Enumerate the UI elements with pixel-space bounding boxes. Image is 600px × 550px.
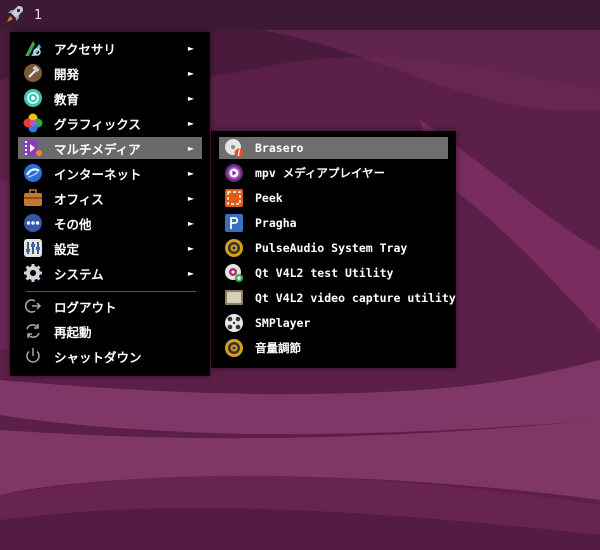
app-label: Brasero (255, 141, 304, 155)
app-label: Pragha (255, 216, 297, 230)
accessories-icon (23, 38, 43, 58)
other-icon (23, 213, 43, 233)
office-icon (23, 188, 43, 208)
submenu-arrow-icon: ► (187, 43, 194, 53)
submenu-arrow-icon: ► (187, 218, 194, 228)
menu-item-label: 再起動 (54, 324, 92, 340)
peek-icon (224, 188, 244, 208)
menu-separator (26, 291, 196, 292)
development-icon (23, 63, 43, 83)
submenu-arrow-icon: ► (187, 268, 194, 278)
multimedia-icon (23, 138, 43, 158)
qvidcap-icon (224, 288, 244, 308)
shutdown-icon (23, 346, 43, 366)
submenu-arrow-icon: ► (187, 193, 194, 203)
submenu-arrow-icon: ► (187, 168, 194, 178)
menu-item-restart[interactable]: 再起動 (18, 320, 202, 342)
app-qt-v4l2-video-capture[interactable]: Qt V4L2 video capture utility (219, 287, 456, 309)
app-pragha[interactable]: Pragha (219, 212, 448, 234)
menu-item-label: システム (54, 266, 104, 282)
app-smplayer[interactable]: SMPlayer (219, 312, 448, 334)
menu-item-internet[interactable]: インターネット ► (18, 162, 202, 184)
menu-item-development[interactable]: 開発 ► (18, 62, 202, 84)
menu-item-office[interactable]: オフィス ► (18, 187, 202, 209)
app-label: Qt V4L2 test Utility (255, 266, 394, 280)
app-label: 音量調節 (255, 341, 301, 355)
menu-item-label: アクセサリ (54, 41, 116, 57)
menu-item-graphics[interactable]: グラフィックス ► (18, 112, 202, 134)
submenu-arrow-icon: ► (187, 68, 194, 78)
system-icon (23, 263, 43, 283)
menu-item-system[interactable]: システム ► (18, 262, 202, 284)
mpv-icon (224, 163, 244, 183)
submenu-arrow-icon: ► (187, 93, 194, 103)
app-pulseaudio-system-tray[interactable]: PulseAudio System Tray (219, 237, 448, 259)
menu-item-label: グラフィックス (54, 116, 141, 132)
app-launcher-button[interactable] (0, 0, 30, 30)
volume-control-icon (224, 338, 244, 358)
menu-item-label: シャットダウン (54, 349, 142, 365)
main-menu: アクセサリ ► 開発 ► 教育 ► グラフィックス ► マルチメディア ► イン (10, 32, 210, 376)
app-label: mpv メディアプレイヤー (255, 166, 386, 180)
menu-item-label: インターネット (54, 166, 142, 182)
app-label: Qt V4L2 video capture utility (255, 291, 456, 305)
submenu-arrow-icon: ► (187, 118, 194, 128)
logout-icon (23, 296, 43, 316)
menu-item-label: 開発 (54, 66, 80, 82)
education-icon (23, 88, 43, 108)
menu-item-label: 設定 (54, 241, 80, 257)
app-qt-v4l2-test-utility[interactable]: Qt V4L2 test Utility (219, 262, 448, 284)
menu-item-label: ログアウト (54, 299, 117, 315)
menu-item-multimedia[interactable]: マルチメディア ► (18, 137, 202, 159)
brasero-icon (224, 138, 244, 158)
menu-item-logout[interactable]: ログアウト (18, 295, 202, 317)
menu-item-label: その他 (54, 216, 92, 232)
menu-item-label: オフィス (54, 191, 104, 207)
desktop-number[interactable]: 1 (34, 8, 42, 23)
pulseaudio-icon (224, 238, 244, 258)
app-label: PulseAudio System Tray (255, 241, 408, 255)
menu-item-education[interactable]: 教育 ► (18, 87, 202, 109)
app-peek[interactable]: Peek (219, 187, 448, 209)
app-label: SMPlayer (255, 316, 311, 330)
menu-item-other[interactable]: その他 ► (18, 212, 202, 234)
app-mpv[interactable]: mpv メディアプレイヤー (219, 162, 448, 184)
graphics-icon (23, 113, 43, 133)
qv4l2-icon (224, 263, 244, 283)
app-brasero[interactable]: Brasero (219, 137, 448, 159)
app-volume-control[interactable]: 音量調節 (219, 337, 448, 359)
smplayer-icon (224, 313, 244, 333)
rocket-icon (5, 4, 25, 27)
menu-item-shutdown[interactable]: シャットダウン (18, 345, 202, 367)
menu-item-label: マルチメディア (54, 141, 141, 157)
menu-item-accessories[interactable]: アクセサリ ► (18, 37, 202, 59)
menu-item-label: 教育 (54, 91, 80, 107)
app-label: Peek (255, 191, 283, 205)
multimedia-submenu: Brasero mpv メディアプレイヤー Peek Pragha PulseA… (211, 131, 456, 368)
taskbar: 1 (0, 0, 600, 30)
submenu-arrow-icon: ► (187, 143, 194, 153)
settings-icon (23, 238, 43, 258)
pragha-icon (224, 213, 244, 233)
internet-icon (23, 163, 43, 183)
submenu-arrow-icon: ► (187, 243, 194, 253)
menu-item-settings[interactable]: 設定 ► (18, 237, 202, 259)
restart-icon (23, 321, 43, 341)
